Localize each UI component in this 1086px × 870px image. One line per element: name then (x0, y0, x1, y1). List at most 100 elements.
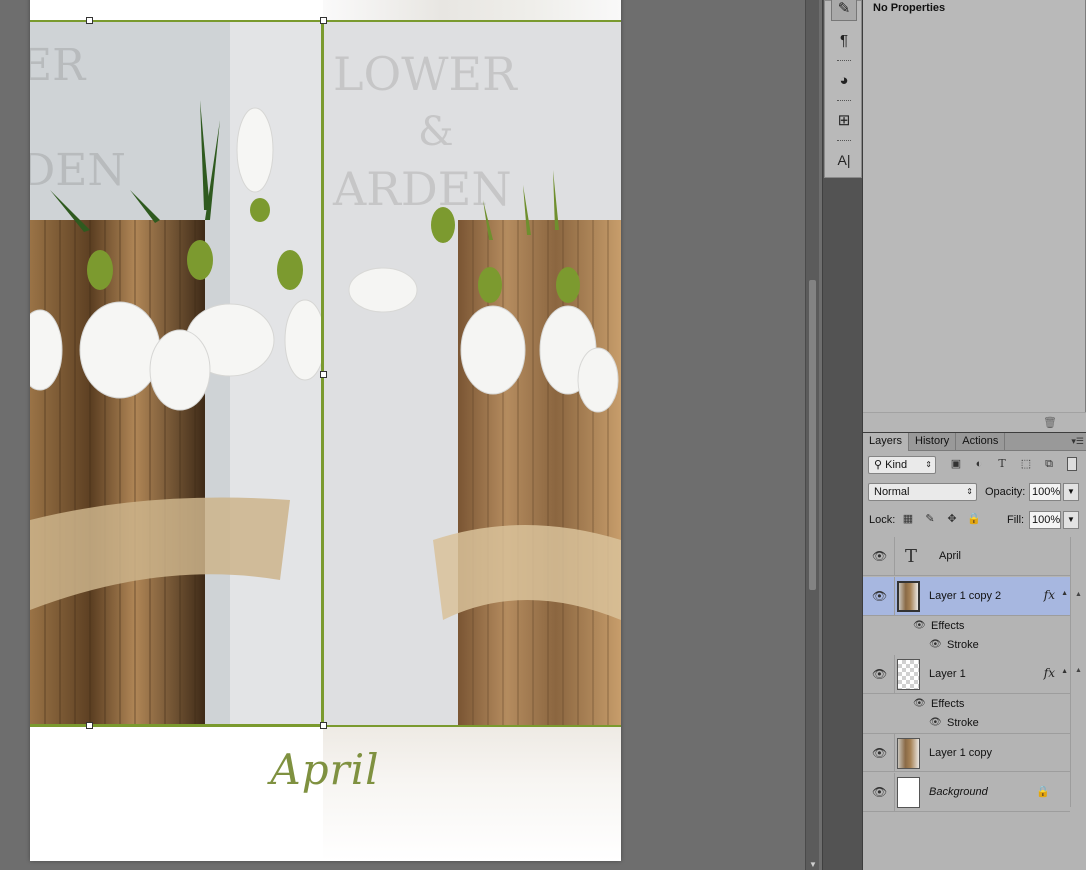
scroll-down-arrow-icon[interactable]: ▼ (809, 861, 817, 869)
photo-top-strip (323, 0, 621, 20)
transform-handle-bottom-center[interactable] (86, 722, 93, 729)
effects-label: Effects (931, 698, 965, 710)
stroke-effect-row[interactable]: 👁 Stroke (895, 714, 1070, 733)
collapse-effects-icon[interactable]: ▲ (1061, 590, 1068, 597)
canvas-scroll-thumb[interactable] (809, 280, 816, 590)
visibility-eye-icon[interactable]: 👁 (872, 549, 887, 563)
snowdrop-photo-right: LOWER & ARDEN (323, 20, 621, 726)
tab-history[interactable]: History (909, 433, 957, 451)
panel-grip[interactable] (837, 100, 851, 102)
transform-handle-top-center[interactable] (86, 17, 93, 24)
effects-row[interactable]: 👁 Effects (895, 695, 1070, 714)
layer-row-background[interactable]: 👁 Background 🔒 (863, 773, 1070, 812)
scroll-up-icon[interactable]: ▲ (1075, 591, 1082, 598)
layers-scrollbar[interactable]: ▲ ▲ (1070, 537, 1086, 807)
divider (894, 773, 895, 811)
layer-row-layer-1-copy-2[interactable]: 👁 Layer 1 copy 2 fx ▲ (863, 577, 1070, 616)
layers-panel: Layers History Actions ▾☰ ⚲ Kind ⇕ ▣ ◐ T… (862, 432, 1086, 870)
fill-dropdown-icon[interactable]: ▼ (1063, 511, 1079, 529)
transform-handle-middle-right[interactable] (320, 371, 327, 378)
layer-row-layer-1-copy[interactable]: 👁 Layer 1 copy (863, 733, 1070, 772)
blend-mode-select[interactable]: Normal ⇕ (868, 483, 977, 501)
search-icon: ⚲ (874, 459, 886, 471)
smart-object-filter-icon[interactable]: ⧉ (1042, 457, 1056, 471)
effects-label: Effects (931, 620, 965, 632)
panel-dock-strip: ✎ ¶ ◕ ⊞ A| (822, 0, 862, 870)
lock-icon: 🔒 (1036, 786, 1050, 798)
divider (894, 655, 895, 693)
lock-paint-icon[interactable]: ✎ (923, 512, 937, 526)
opacity-input[interactable]: 100% (1029, 483, 1061, 501)
layer-filter-row: ⚲ Kind ⇕ ▣ ◐ T ⬚ ⧉ (863, 453, 1086, 479)
photo-layer-1-copy-2: ER DEN (30, 20, 323, 726)
layer-name[interactable]: Layer 1 (929, 668, 966, 680)
stepper-icon: ⇕ (966, 487, 973, 496)
shape-filter-icon[interactable]: ⬚ (1019, 457, 1033, 471)
svg-text:&: & (418, 109, 454, 155)
properties-footer: 🗑 (863, 412, 1086, 432)
document-canvas[interactable]: LOWER & ARDEN R DEN April (30, 0, 621, 861)
tab-layers[interactable]: Layers (863, 433, 910, 451)
scroll-up-icon[interactable]: ▲ (1075, 667, 1082, 674)
type-filter-icon[interactable]: T (995, 457, 1009, 471)
visibility-eye-icon[interactable]: 👁 (872, 667, 887, 681)
stroke-effect-row[interactable]: 👁 Stroke (895, 636, 1070, 655)
layer-name[interactable]: Layer 1 copy 2 (929, 590, 1001, 602)
visibility-eye-icon[interactable]: 👁 (872, 589, 887, 603)
layer-thumbnail (897, 581, 920, 612)
layer-comps-icon[interactable]: ⊞ (831, 107, 857, 133)
filter-toggle-icon[interactable] (1067, 457, 1077, 471)
divider (894, 577, 895, 615)
svg-text:LOWER: LOWER (333, 47, 518, 101)
fx-icon[interactable]: fx (1044, 666, 1055, 680)
layer-name[interactable]: Layer 1 copy (929, 747, 992, 759)
divider (894, 734, 895, 771)
lock-label: Lock: (869, 514, 896, 526)
adjustments-icon[interactable]: ◕ (831, 67, 857, 93)
effects-eye-icon[interactable]: 👁 (913, 620, 926, 632)
stroke-eye-icon[interactable]: 👁 (929, 639, 942, 651)
lock-position-icon[interactable]: ✥ (945, 512, 959, 526)
layer-thumbnail (897, 777, 920, 808)
visibility-eye-icon[interactable]: 👁 (872, 746, 887, 760)
fill-input[interactable]: 100% (1029, 511, 1061, 529)
collapse-effects-icon[interactable]: ▲ (1061, 668, 1068, 675)
transform-handle-top-right[interactable] (320, 17, 327, 24)
layer-row-april[interactable]: 👁 T April (863, 537, 1070, 576)
canvas-scrollbar[interactable]: ▼ (805, 0, 819, 870)
type-layer-icon: T (904, 546, 917, 567)
trash-icon[interactable]: 🗑 (1043, 416, 1057, 429)
layer-name[interactable]: Background (929, 786, 988, 798)
fx-icon[interactable]: fx (1044, 588, 1055, 602)
lock-all-icon[interactable]: 🔒 (967, 512, 981, 526)
panel-icon-group: ✎ ¶ ◕ ⊞ A| (824, 0, 862, 178)
april-text-layer: April (270, 745, 380, 794)
transform-handle-bottom-right[interactable] (320, 722, 327, 729)
layer-name[interactable]: April (939, 550, 961, 562)
stepper-icon: ⇕ (925, 460, 932, 469)
panel-tab-bar: Layers History Actions ▾☰ (863, 433, 1086, 451)
snowdrop-photo-left: ER DEN (30, 20, 321, 724)
layer-row-layer-1[interactable]: 👁 Layer 1 fx ▲ (863, 655, 1070, 694)
canvas-area[interactable]: LOWER & ARDEN R DEN April (0, 0, 805, 870)
effects-eye-icon[interactable]: 👁 (913, 698, 926, 710)
brush-presets-icon[interactable]: ✎ (831, 0, 857, 21)
filter-kind-select[interactable]: ⚲ Kind ⇕ (868, 456, 936, 474)
adjustment-filter-icon[interactable]: ◐ (972, 457, 986, 471)
character-icon[interactable]: A| (831, 147, 857, 173)
lock-transparent-icon[interactable]: ▦ (901, 512, 915, 526)
svg-text:DEN: DEN (30, 145, 126, 196)
divider (894, 537, 895, 575)
paragraph-icon[interactable]: ¶ (831, 27, 857, 53)
pixel-filter-icon[interactable]: ▣ (949, 457, 963, 471)
effects-row[interactable]: 👁 Effects (895, 617, 1070, 636)
fill-label: Fill: (1007, 514, 1025, 526)
visibility-eye-icon[interactable]: 👁 (872, 785, 887, 799)
tab-actions[interactable]: Actions (956, 433, 1006, 451)
stroke-label: Stroke (947, 639, 979, 651)
panel-grip[interactable] (837, 60, 851, 62)
opacity-dropdown-icon[interactable]: ▼ (1063, 483, 1079, 501)
stroke-eye-icon[interactable]: 👁 (929, 717, 942, 729)
panel-grip[interactable] (837, 140, 851, 142)
panel-menu-icon[interactable]: ▾☰ (1071, 436, 1084, 447)
